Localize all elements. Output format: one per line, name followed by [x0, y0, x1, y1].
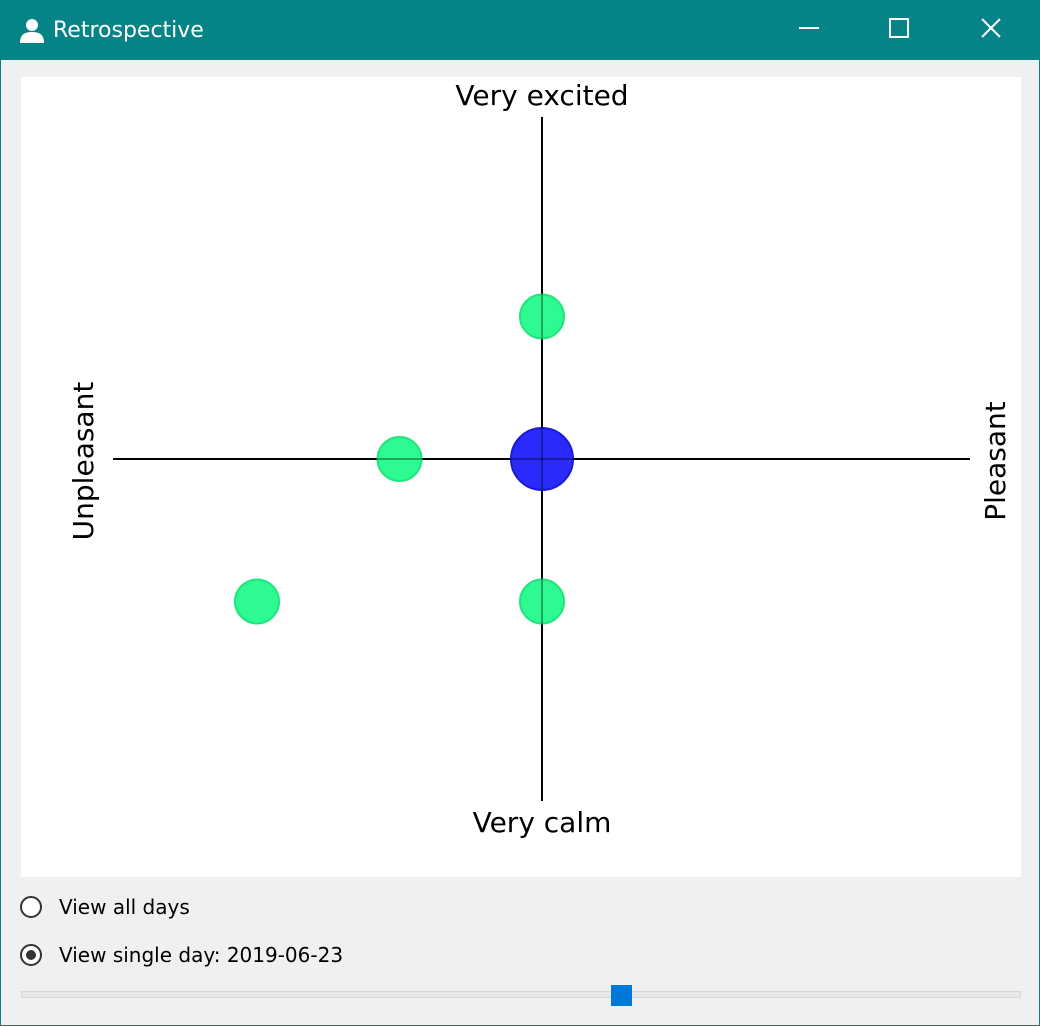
- maximize-button[interactable]: [853, 0, 945, 60]
- title-bar[interactable]: Retrospective: [1, 0, 1040, 60]
- view-single-day-radio[interactable]: [20, 944, 42, 966]
- label-unpleasant: Unpleasant: [67, 381, 100, 541]
- minimize-button[interactable]: [763, 0, 855, 60]
- mood-plot-canvas: [113, 117, 970, 801]
- view-single-day-label: View single day: 2019-06-23: [59, 943, 344, 967]
- mood-plot: Very excited Very calm Unpleasant Pleasa…: [21, 77, 1021, 877]
- view-single-day-option[interactable]: View single day: 2019-06-23: [20, 940, 343, 970]
- mood-point: [234, 578, 280, 625]
- day-slider-thumb[interactable]: [611, 985, 632, 1006]
- radio-selected-dot: [26, 950, 36, 960]
- app-window: Retrospective Very excited Very calm Unp…: [0, 0, 1040, 1026]
- view-all-days-option[interactable]: View all days: [20, 892, 190, 922]
- label-pleasant: Pleasant: [979, 401, 1012, 521]
- minimize-icon: [798, 17, 820, 43]
- window-title: Retrospective: [53, 18, 204, 43]
- day-slider-track[interactable]: [21, 991, 1021, 998]
- view-all-days-radio[interactable]: [20, 896, 42, 918]
- label-very-excited: Very excited: [455, 79, 629, 112]
- day-slider[interactable]: [21, 985, 1021, 1006]
- view-all-days-label: View all days: [59, 895, 190, 919]
- maximize-icon: [888, 17, 910, 43]
- label-very-calm: Very calm: [472, 806, 612, 839]
- user-icon: [19, 18, 45, 44]
- close-button[interactable]: [945, 0, 1037, 60]
- close-icon: [980, 17, 1002, 43]
